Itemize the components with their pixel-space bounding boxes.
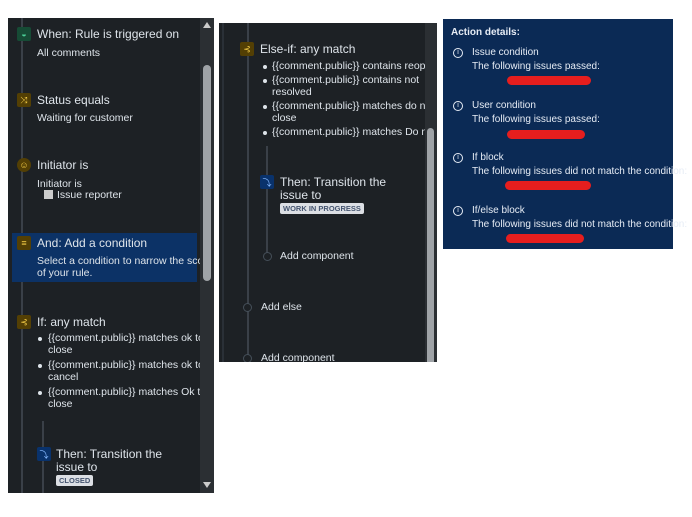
bullet [38,364,42,368]
redaction-mark [507,76,591,85]
redaction-mark [507,130,585,139]
add-else-button[interactable]: Add else [261,301,302,313]
entry-label: Issue condition [472,47,539,58]
node-circle-icon [263,252,272,261]
then-transition-action[interactable]: ⤵ Then: Transition the issue to WORK IN … [257,173,417,215]
status-lozenge: WORK IN PROGRESS [280,203,364,214]
transition-icon: ⤵ [37,447,51,461]
redaction-mark [505,181,591,190]
add-component-button[interactable]: Add component [280,250,354,262]
status-detail: Waiting for customer [37,112,133,124]
status-condition[interactable]: ⤨ Status equals Waiting for customer [8,88,198,138]
if-condition: cancel [48,371,79,383]
branch-icon: ⊰ [17,315,31,329]
info-icon: i [453,206,463,216]
avatar-icon [44,190,53,199]
bullet [38,337,42,341]
if-condition: {{comment.public}} matches ok to [48,359,204,371]
else-if-condition: close [272,112,297,124]
and-detail: Select a condition to narrow the scope [37,255,214,267]
transition-icon: ⤵ [260,175,274,189]
info-icon: i [453,48,463,58]
else-if-title: Else-if: any match [260,42,356,56]
trigger-detail: All comments [37,47,101,59]
bullet [263,65,267,69]
scroll-up-icon[interactable] [203,22,211,28]
entry-text: The following issues did not match the c… [472,166,688,177]
add-component-button[interactable]: Add component [261,352,335,362]
rule-flow-panel: ◒ When: Rule is triggered on All comment… [8,18,214,493]
then-title: issue to [280,188,322,202]
then-transition-action[interactable]: ⤵ Then: Transition the issue to CLOSED [33,445,193,487]
entry-text: The following issues passed: [472,61,600,72]
entry-label: If/else block [472,205,525,216]
then-title: Then: Transition the [56,447,163,461]
action-details-panel: Action details: i Issue condition The fo… [443,19,687,249]
redaction-mark [506,234,584,243]
entry-text: The following issues did not match the c… [472,219,688,230]
and-detail: of your rule. [37,267,93,279]
if-condition: close [48,344,73,356]
else-if-condition: {{comment.public}} matches Do not [272,126,437,138]
then-title: issue to [56,460,98,474]
trigger-title: When: Rule is triggered on [37,27,180,41]
initiator-value: Issue reporter [57,189,122,201]
info-icon: i [453,101,463,111]
and-title: And: Add a condition [37,236,148,250]
trigger-component[interactable]: ◒ When: Rule is triggered on All comment… [8,18,198,78]
node-circle-icon [243,354,252,362]
scrollbar-thumb[interactable] [427,128,434,362]
action-details-title: Action details: [451,27,520,38]
else-if-condition: resolved [272,86,312,98]
if-condition: {{comment.public}} matches ok to [48,332,204,344]
info-icon: i [453,153,463,163]
branch-icon: ⊰ [240,42,254,56]
trigger-icon: ◒ [17,27,31,41]
initiator-condition[interactable]: ☺ Initiator is Initiator is Issue report… [8,153,198,213]
scrollbar-track[interactable] [425,23,437,362]
user-icon: ☺ [17,158,31,172]
scrollbar-thumb[interactable] [203,65,211,281]
if-title: If: any match [37,315,106,329]
status-lozenge: CLOSED [56,475,94,486]
bullet [263,131,267,135]
else-if-condition: {{comment.public}} contains not [272,74,420,86]
if-condition: close [48,398,73,410]
initiator-title: Initiator is [37,158,89,172]
scroll-down-icon[interactable] [203,482,211,488]
filter-icon: ≡ [17,236,31,250]
else-if-block[interactable]: ⊰ Else-if: any match {{comment.public}} … [219,41,437,141]
if-block[interactable]: ⊰ If: any match {{comment.public}} match… [8,313,206,413]
bullet [38,391,42,395]
entry-label: If block [472,152,504,163]
else-if-condition: {{comment.public}} contains reopen [272,60,437,72]
add-condition-component[interactable]: ≡ And: Add a condition Select a conditio… [12,233,214,282]
status-title: Status equals [37,93,110,107]
else-if-condition: {{comment.public}} matches do not [272,100,435,112]
entry-text: The following issues passed: [472,114,600,125]
then-title: Then: Transition the [280,175,387,189]
entry-label: User condition [472,100,536,111]
node-circle-icon [243,303,252,312]
rule-flow-panel-scrolled: ⊰ Else-if: any match {{comment.public}} … [219,23,437,362]
shuffle-icon: ⤨ [17,93,31,107]
if-condition: {{comment.public}} matches Ok to [48,386,207,398]
bullet [263,79,267,83]
scrollbar-track[interactable] [200,18,214,493]
bullet [263,105,267,109]
